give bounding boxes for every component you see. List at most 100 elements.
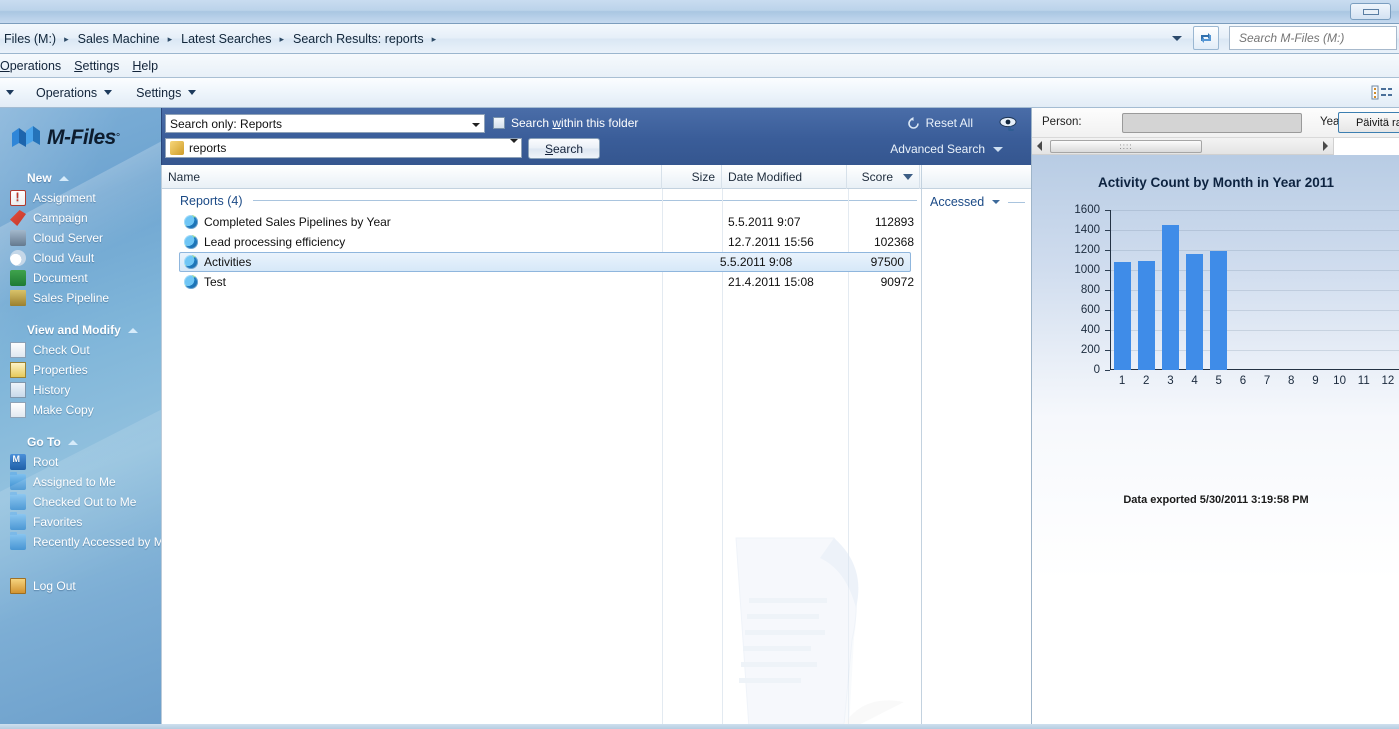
search-query-box[interactable]: reports <box>165 138 522 158</box>
breadcrumb-separator: ▸ <box>167 33 173 44</box>
sidebar-item-label: Recently Accessed by Me <box>33 535 161 549</box>
breadcrumb[interactable]: Files (M:) ▸ Sales Machine ▸ Latest Searches… <box>0 24 442 54</box>
accessed-group-header[interactable]: Accessed <box>922 189 1031 209</box>
sidebar-group-go-to[interactable]: Go To <box>0 432 161 452</box>
sidebar-item-check-out[interactable]: Check Out <box>0 340 161 360</box>
chart-x-tick-label: 3 <box>1167 375 1174 387</box>
sidebar-group-view-and-modify[interactable]: View and Modify <box>0 320 161 340</box>
sidebar-item-cloud-vault[interactable]: Cloud Vault <box>0 248 161 268</box>
chevron-down-icon[interactable] <box>510 139 518 157</box>
breadcrumb-separator: ▸ <box>279 33 285 44</box>
sidebar-item-history[interactable]: History <box>0 380 161 400</box>
column-header-name[interactable]: Name <box>162 165 662 189</box>
chart-x-tick-label: 9 <box>1312 375 1319 387</box>
report-panel: Person: Yea Päivitä rapo :::: Activity C… <box>1031 108 1399 729</box>
breadcrumb-item-1[interactable]: Sales Machine <box>75 32 163 46</box>
toolbar: Operations Settings <box>0 78 1399 108</box>
campaign-icon <box>10 210 26 226</box>
chart-x-tick-label: 10 <box>1333 375 1346 387</box>
chart-y-tickmark <box>1105 290 1110 291</box>
m-files-logo-icon <box>10 125 44 151</box>
column-header-size[interactable]: Size <box>662 165 722 189</box>
sidebar-item-document[interactable]: Document <box>0 268 161 288</box>
sidebar-item-cloud-server[interactable]: Cloud Server <box>0 228 161 248</box>
list-group-header[interactable]: Reports (4) <box>162 189 921 212</box>
breadcrumb-item-2[interactable]: Latest Searches <box>178 32 274 46</box>
table-row[interactable]: Test 21.4.2011 15:08 90972 <box>162 272 921 292</box>
breadcrumb-item-3[interactable]: Search Results: reports <box>290 32 427 46</box>
scroll-left-icon[interactable] <box>1037 141 1042 151</box>
sidebar-item-assignment[interactable]: Assignment <box>0 188 161 208</box>
toolbar-overflow-button[interactable] <box>0 90 24 95</box>
search-within-folder-checkbox[interactable]: Search within this folder <box>493 116 638 130</box>
chart-x-tick-label: 2 <box>1143 375 1150 387</box>
breadcrumb-dropdown-button[interactable] <box>1165 27 1189 49</box>
menu-item-operations[interactable]: Operations <box>0 59 74 73</box>
chevron-down-icon[interactable] <box>469 118 482 131</box>
sidebar-item-checked-out-to-me[interactable]: Checked Out to Me <box>0 492 161 512</box>
document-watermark <box>714 528 921 729</box>
chart-y-tickmark <box>1105 210 1110 211</box>
search-scope-select[interactable]: Search only: Reports <box>165 114 485 133</box>
sidebar-item-log-out[interactable]: Log Out <box>0 576 161 596</box>
sidebar-item-favorites[interactable]: Favorites <box>0 512 161 532</box>
chart-y-tick-label: 1600 <box>1074 204 1100 216</box>
sidebar-item-campaign[interactable]: Campaign <box>0 208 161 228</box>
menu-item-settings[interactable]: Settings <box>74 59 132 73</box>
scroll-right-icon[interactable] <box>1323 141 1328 151</box>
sidebar-item-label: Cloud Vault <box>33 251 95 265</box>
table-row[interactable]: Lead processing efficiency 12.7.2011 15:5… <box>162 232 921 252</box>
chart-y-tickmark <box>1105 370 1110 371</box>
checkbox-box <box>493 117 505 129</box>
sidebar-item-properties[interactable]: Properties <box>0 360 161 380</box>
logout-icon <box>10 578 26 594</box>
preview-toggle-button[interactable] <box>999 116 1019 134</box>
person-input[interactable] <box>1122 113 1302 133</box>
table-row[interactable]: Completed Sales Pipelines by Year 5.5.201… <box>162 212 921 232</box>
sidebar-item-recently-accessed-by-me[interactable]: Recently Accessed by Me <box>0 532 161 552</box>
report-chart: Activity Count by Month in Year 2011 0 20… <box>1032 155 1399 580</box>
root-icon <box>10 454 26 470</box>
scrollbar-grip: :::: <box>1119 142 1133 151</box>
sidebar-group-new[interactable]: New <box>0 168 161 188</box>
cloud-vault-icon <box>10 250 26 266</box>
breadcrumb-item-0[interactable]: Files (M:) <box>1 32 59 46</box>
list-group-label: Reports (4) <box>180 193 243 208</box>
scrollbar-thumb[interactable]: :::: <box>1050 140 1202 153</box>
list-view-icon <box>1371 85 1392 100</box>
column-header-date-modified[interactable]: Date Modified <box>722 165 847 189</box>
minimize-button[interactable] <box>1350 3 1391 20</box>
cell-name: Lead processing efficiency <box>162 235 662 249</box>
view-mode-button[interactable] <box>1371 84 1393 105</box>
toolbar-settings-button[interactable]: Settings <box>124 86 208 100</box>
sidebar-item-make-copy[interactable]: Make Copy <box>0 400 161 420</box>
refresh-button[interactable] <box>1193 26 1219 50</box>
table-row[interactable]: Activities 5.5.2011 9:08 97500 <box>179 252 911 272</box>
advanced-search-button[interactable]: Advanced Search <box>890 142 1003 156</box>
sidebar-item-assigned-to-me[interactable]: Assigned to Me <box>0 472 161 492</box>
sidebar-groups: New Assignment Campaign Cloud Server Cloud V… <box>0 168 161 596</box>
sidebar-item-sales-pipeline[interactable]: Sales Pipeline <box>0 288 161 308</box>
search-button[interactable]: Search <box>528 138 600 159</box>
breadcrumb-separator: ▸ <box>64 33 69 44</box>
chart-y-tick-label: 400 <box>1080 324 1100 336</box>
update-report-button[interactable]: Päivitä rapo <box>1338 112 1399 133</box>
chart-y-tickmark <box>1105 330 1110 331</box>
global-search-input[interactable] <box>1237 30 1396 46</box>
global-search-box[interactable] <box>1229 26 1397 50</box>
list-rows: Completed Sales Pipelines by Year 5.5.201… <box>162 212 921 292</box>
toolbar-operations-button[interactable]: Operations <box>24 86 124 100</box>
sidebar-item-label: Assignment <box>33 191 96 205</box>
chevron-down-icon <box>992 200 1001 204</box>
reset-all-button[interactable]: Reset All <box>907 116 973 130</box>
update-report-label: Päivitä rapo <box>1355 116 1399 129</box>
menu-item-help[interactable]: Help <box>132 59 171 73</box>
accessed-panel-header <box>922 165 1031 189</box>
chart-gridline <box>1111 210 1399 211</box>
sidebar-item-root[interactable]: Root <box>0 452 161 472</box>
chevron-down-icon <box>1172 35 1182 41</box>
report-horizontal-scrollbar[interactable]: :::: <box>1032 138 1334 155</box>
column-header-score[interactable]: Score <box>847 165 920 189</box>
